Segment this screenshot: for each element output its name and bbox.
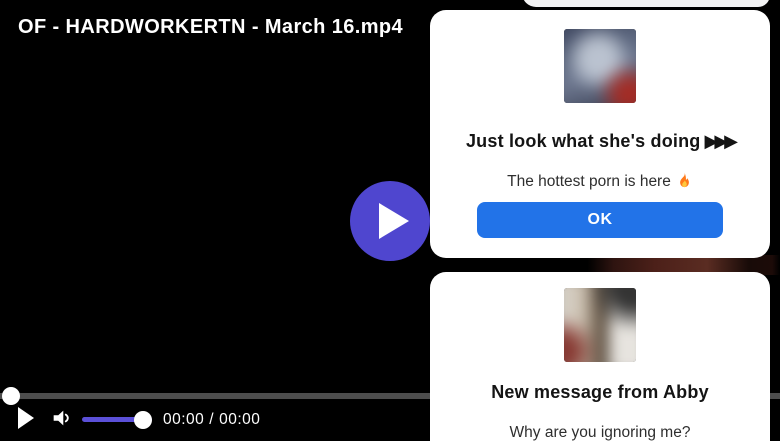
video-title: OF - HARDWORKERTN - March 16.mp4 — [18, 16, 403, 39]
play-icon — [18, 416, 34, 433]
message-popup-subtitle: Why are you ignoring me? — [430, 424, 770, 441]
time-display: 00:00/00:00 — [163, 411, 260, 429]
time-separator: / — [204, 411, 219, 428]
photo-thumbnail — [564, 29, 636, 103]
duration: 00:00 — [219, 411, 260, 428]
ad-popup[interactable]: Just look what she's doing▶▶▶ The hottes… — [430, 10, 770, 258]
ad-popup-title-text: Just look what she's doing — [466, 131, 701, 151]
ad-photo-thumbnail — [564, 29, 636, 103]
volume-slider-handle[interactable] — [134, 411, 152, 429]
triple-arrow-icon: ▶▶▶ — [700, 131, 734, 151]
mute-button[interactable] — [50, 407, 72, 434]
message-popup-title: New message from Abby — [430, 382, 770, 403]
ok-button[interactable]: OK — [477, 202, 723, 238]
message-popup[interactable]: New message from Abby Why are you ignori… — [430, 272, 770, 441]
fire-icon — [676, 171, 693, 194]
message-photo-thumbnail — [564, 288, 636, 362]
current-time: 00:00 — [163, 411, 204, 428]
big-play-button[interactable] — [350, 181, 430, 261]
photo-thumbnail — [564, 288, 636, 362]
ad-popup-subtitle: The hottest porn is here — [430, 171, 770, 194]
play-icon — [372, 203, 409, 239]
ad-popup-subtitle-text: The hottest porn is here — [507, 173, 671, 190]
speaker-icon — [50, 416, 72, 433]
seek-handle[interactable] — [2, 387, 20, 405]
play-button[interactable] — [18, 407, 34, 434]
video-player: OF - HARDWORKERTN - March 16.mp4 00:00/0… — [0, 0, 780, 441]
partial-popup-above[interactable] — [522, 0, 770, 7]
ad-popup-title: Just look what she's doing▶▶▶ — [430, 131, 770, 152]
